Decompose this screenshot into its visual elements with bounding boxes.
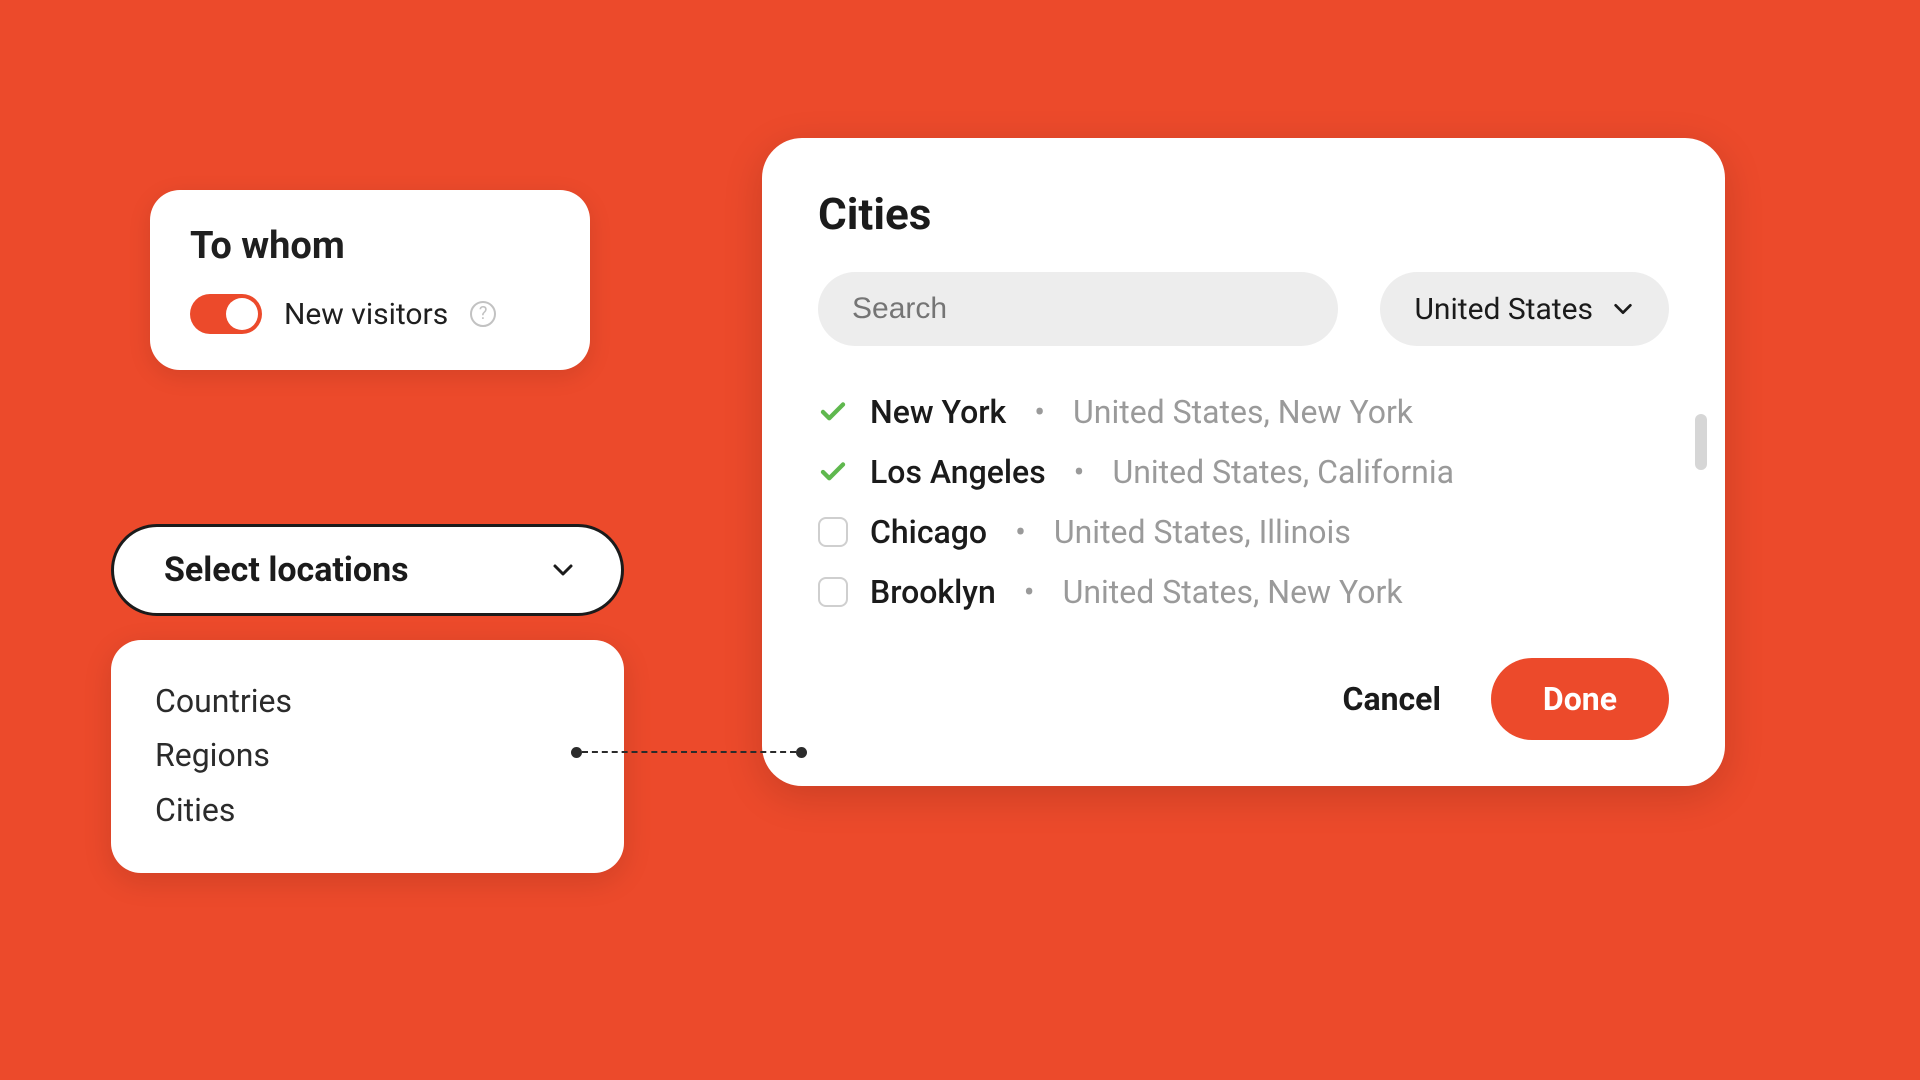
country-select-value: United States <box>1414 292 1593 327</box>
scrollbar-thumb[interactable] <box>1695 414 1707 470</box>
checkbox-empty-icon[interactable] <box>818 517 848 547</box>
connector-dot-right <box>796 747 807 758</box>
connector-dash <box>582 751 796 753</box>
connector-dot-left <box>571 747 582 758</box>
city-meta: United States, New York <box>1073 396 1413 428</box>
city-row[interactable]: Chicago • United States, Illinois <box>818 502 1669 562</box>
location-option-countries[interactable]: Countries <box>155 674 580 728</box>
city-row[interactable]: Los Angeles • United States, California <box>818 442 1669 502</box>
select-locations-dropdown: Countries Regions Cities <box>111 640 624 873</box>
location-option-cities[interactable]: Cities <box>155 783 580 837</box>
new-visitors-toggle[interactable] <box>190 294 262 334</box>
checkbox-empty-icon[interactable] <box>818 577 848 607</box>
separator-dot: • <box>1034 396 1045 428</box>
help-icon[interactable]: ? <box>470 301 496 327</box>
city-meta: United States, Illinois <box>1054 516 1351 548</box>
location-option-regions[interactable]: Regions <box>155 728 580 782</box>
city-name: Los Angeles <box>870 456 1046 488</box>
city-name: Chicago <box>870 516 987 548</box>
cities-title: Cities <box>818 188 1669 240</box>
cities-list: New York • United States, New York Los A… <box>818 382 1669 622</box>
city-name: New York <box>870 396 1006 428</box>
done-button[interactable]: Done <box>1491 658 1669 740</box>
connector-line <box>571 745 807 759</box>
city-meta: United States, California <box>1112 456 1454 488</box>
city-row[interactable]: Brooklyn • United States, New York <box>818 562 1669 622</box>
city-name: Brooklyn <box>870 576 996 608</box>
to-whom-card: To whom New visitors ? <box>150 190 590 370</box>
select-locations-button[interactable]: Select locations <box>111 524 624 616</box>
chevron-down-icon <box>551 558 575 582</box>
to-whom-title: To whom <box>190 224 550 268</box>
check-icon <box>818 397 848 427</box>
separator-dot: • <box>1015 516 1026 548</box>
select-locations-label: Select locations <box>164 550 409 590</box>
cities-modal: Cities United States New York • United S… <box>762 138 1725 786</box>
separator-dot: • <box>1024 576 1035 608</box>
country-select[interactable]: United States <box>1380 272 1669 346</box>
cancel-button[interactable]: Cancel <box>1343 680 1441 718</box>
cities-actions: Cancel Done <box>818 658 1669 740</box>
cities-search-input[interactable] <box>818 272 1338 346</box>
chevron-down-icon <box>1611 297 1635 321</box>
new-visitors-label: New visitors <box>284 297 448 332</box>
city-meta: United States, New York <box>1063 576 1403 608</box>
check-icon <box>818 457 848 487</box>
separator-dot: • <box>1074 456 1085 488</box>
toggle-knob <box>226 298 258 330</box>
cities-filter-row: United States <box>818 272 1669 346</box>
city-row[interactable]: New York • United States, New York <box>818 382 1669 442</box>
to-whom-toggle-row: New visitors ? <box>190 294 550 334</box>
